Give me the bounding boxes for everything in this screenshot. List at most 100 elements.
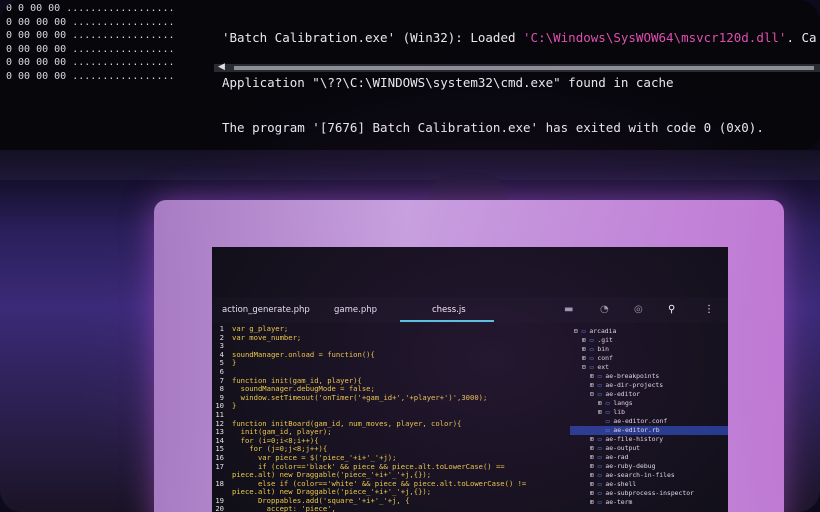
tree-item[interactable]: ⊞ ▭ ae-breakpoints: [570, 372, 728, 381]
tree-item[interactable]: ⊞ ▭ ae-file-history: [570, 435, 728, 444]
android-icon[interactable]: ▬: [564, 304, 573, 315]
folder-icon: ▭: [585, 345, 598, 353]
tree-item[interactable]: ⊞ ▭ ae-output: [570, 444, 728, 453]
tab-game[interactable]: game.php: [334, 305, 377, 315]
history-icon[interactable]: ◔: [600, 304, 609, 315]
tree-item[interactable]: ⊟ ▭ ae-editor: [570, 390, 728, 399]
code-line[interactable]: 20 accept: 'piece',: [212, 505, 567, 512]
monitor-bezel: [0, 150, 820, 180]
log-text: . Ca: [786, 30, 817, 45]
tree-item[interactable]: ⊞ ▭ ae-rad: [570, 453, 728, 462]
scrollbar-thumb[interactable]: [234, 66, 814, 70]
folder-icon: ▭: [593, 471, 606, 479]
dots-line: 0 00 00 00 .................: [6, 57, 175, 68]
tree-item[interactable]: ⊞ ▭ ae-ruby-debug: [570, 462, 728, 471]
horizontal-scrollbar[interactable]: ◀: [214, 62, 820, 72]
scroll-left-icon[interactable]: ◀: [218, 62, 225, 72]
tree-item[interactable]: ⊞ ▭ ae-term: [570, 498, 728, 507]
dots-line: 0 00 00 00 .................: [6, 70, 175, 82]
folder-icon: ▭: [601, 399, 614, 407]
folder-icon: ▭: [593, 489, 606, 497]
tree-item[interactable]: ▭ ae-editor.conf: [570, 417, 728, 426]
tree-item[interactable]: ⊞ ▭ ae-subprocess-inspector: [570, 489, 728, 498]
code-line[interactable]: 2 var move_number;: [212, 333, 567, 343]
folder-icon: ▭: [601, 417, 614, 425]
folder-icon: ▭: [585, 336, 598, 344]
tree-item-label: ae-rad: [605, 453, 629, 461]
folder-icon: ▭: [593, 372, 606, 380]
tree-item-label: ext: [597, 363, 609, 371]
search-icon[interactable]: ⚲: [668, 304, 675, 315]
file-tree: ⊟ ▭ arcadia ⊞ ▭ .git ⊞ ▭ bin ⊞ ▭ conf ⊟ ▭ ex…: [570, 327, 728, 507]
log-line-3: The program '[7676] Batch Calibration.ex…: [222, 120, 764, 135]
folder-icon: ▭: [601, 408, 614, 416]
line-number: 18: [215, 478, 224, 488]
tree-item-label: ae-shell: [605, 480, 637, 488]
log-path: 'C:\Windows\SysWOW64\msvcr120d.dll': [523, 30, 787, 45]
tree-item[interactable]: ⊞ ▭ ae-dir-projects: [570, 381, 728, 390]
folder-icon: ▭: [585, 363, 598, 371]
dots-line: 0 00 00 00 .................: [6, 43, 175, 55]
tree-item[interactable]: ⊞ ▭ ae-shell: [570, 480, 728, 489]
dots-line: 0 00 00 00 .................: [6, 30, 175, 41]
tree-item-label: ae-editor: [605, 390, 641, 398]
log-line-2: Application "\??\C:\WINDOWS\system32\cmd…: [222, 75, 674, 90]
code-line[interactable]: 9 window.setTimeout('onTimer('+gam_id+',…: [212, 392, 567, 403]
folder-icon: ▭: [593, 453, 606, 461]
tree-item[interactable]: ▭ ae-editor.rb: [570, 426, 728, 435]
code-text: accept: 'piece',: [232, 504, 336, 512]
tree-item-label: ae-editor.conf: [613, 417, 668, 425]
line-number: 17: [215, 461, 224, 471]
folder-icon: ▭: [577, 327, 590, 335]
folder-icon: ▭: [593, 444, 606, 452]
code-line[interactable]: 5}: [212, 359, 567, 368]
tree-item-label: bin: [597, 345, 609, 353]
code-text: }: [232, 401, 237, 411]
check-circle-icon[interactable]: ◎: [634, 304, 643, 315]
tree-item[interactable]: ⊟ ▭ ext: [570, 363, 728, 372]
line-number: 20: [215, 504, 224, 512]
folder-icon: ▭: [593, 435, 606, 443]
more-vert-icon[interactable]: ⋮: [704, 304, 714, 315]
dots-line: 0 0 00 00 ..................: [6, 3, 175, 14]
folder-icon: ▭: [593, 381, 606, 389]
dots-line: 0 00 00 00 .................: [6, 16, 175, 28]
code-line[interactable]: 4 soundManager.onload = function(){: [212, 349, 567, 360]
tree-item-label: conf: [597, 354, 613, 362]
tree-item-label: ae-breakpoints: [605, 372, 660, 380]
tree-item-label: .git: [597, 336, 613, 344]
tree-item[interactable]: ⊞ ▭ langs: [570, 399, 728, 408]
tree-item-label: ae-search-in-files: [605, 471, 675, 479]
tree-item[interactable]: ⊞ ▭ conf: [570, 354, 728, 363]
tree-item[interactable]: ⊞ ▭ ae-search-in-files: [570, 471, 728, 480]
folder-icon: ▭: [585, 354, 598, 362]
tab-action-generate[interactable]: action_generate.php: [222, 305, 310, 315]
folder-icon: ▭: [601, 426, 614, 434]
tree-item-label: langs: [613, 399, 633, 407]
code-text: soundManager.onload = function(){: [232, 349, 375, 359]
tab-chess[interactable]: chess.js: [432, 305, 466, 315]
tree-item-label: lib: [613, 408, 625, 416]
tree-item-label: ae-output: [605, 444, 641, 452]
folder-icon: ▭: [593, 480, 606, 488]
log-text: 'Batch Calibration.exe' (Win32): Loaded: [222, 30, 524, 45]
tree-item-label: arcadia: [589, 327, 617, 335]
tree-item-label: ae-editor.rb: [613, 426, 660, 434]
log-line-1: 'Batch Calibration.exe' (Win32): Loaded …: [222, 30, 820, 45]
photo-scene: 0 0 00 00 .................. 0 00 00 00 .…: [0, 0, 820, 512]
code-line[interactable]: 10}: [212, 402, 567, 411]
tree-item-label: ae-file-history: [605, 435, 664, 443]
tablet-screen: action_generate.php game.php chess.js ▬ …: [212, 247, 728, 512]
active-tab-indicator: [400, 320, 494, 322]
folder-icon: ▭: [593, 390, 606, 398]
tree-item[interactable]: ⊞ ▭ bin: [570, 345, 728, 354]
monitor-dots-column: 0 0 00 00 .................. 0 00 00 00 .…: [6, 2, 206, 83]
folder-icon: ▭: [593, 498, 606, 506]
tree-item-label: ae-term: [605, 498, 633, 506]
tree-item[interactable]: ⊞ ▭ .git: [570, 336, 728, 345]
tree-item-label: ae-dir-projects: [605, 381, 664, 389]
tree-item[interactable]: ⊞ ▭ lib: [570, 408, 728, 417]
code-text: window.setTimeout('onTimer('+gam_id+','+…: [232, 392, 488, 402]
tree-item[interactable]: ⊟ ▭ arcadia: [570, 327, 728, 336]
code-editor[interactable]: 1 var g_player; 2 var move_number; 3 4 soundMa…: [212, 324, 567, 512]
